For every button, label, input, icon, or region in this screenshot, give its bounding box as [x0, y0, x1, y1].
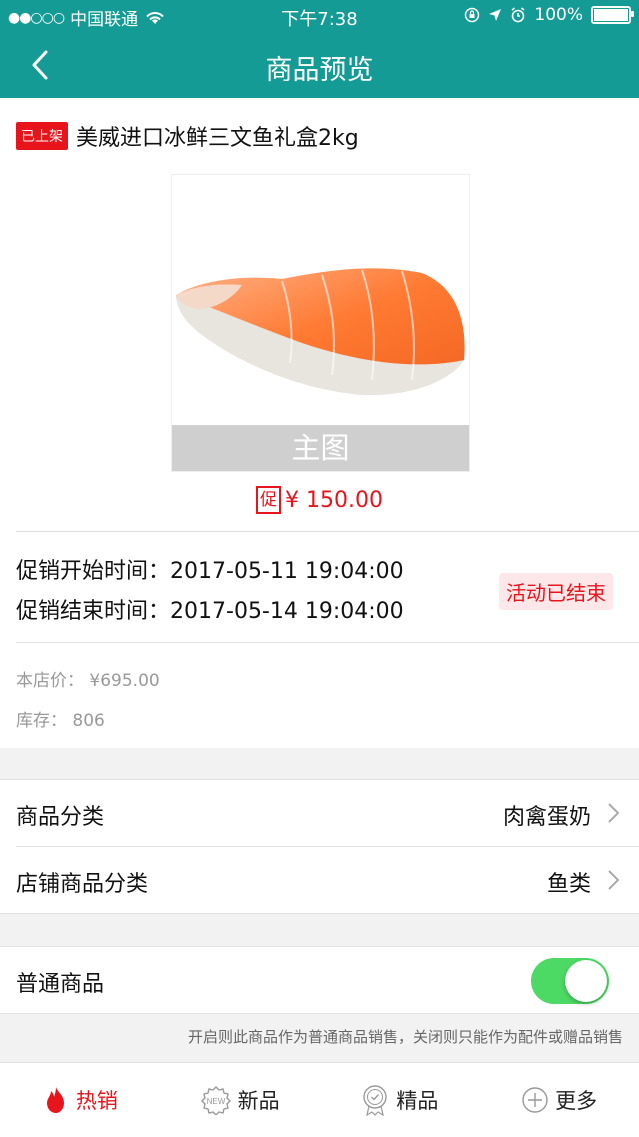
promo-badge: 促	[256, 486, 282, 514]
promo-price: ¥ 150.00	[285, 487, 383, 513]
product-info-card: 已上架 美威进口冰鲜三文鱼礼盒2kg 主图 促 ¥ 150.00 促销开始时间：…	[0, 98, 639, 748]
store-category-label: 店铺商品分类	[16, 872, 149, 897]
bottom-tab-bar: 热销 NEW 新品 精品 更多	[0, 1062, 639, 1137]
normal-goods-cell: 普通商品	[0, 947, 639, 1013]
stock-value: 806	[72, 711, 105, 731]
tab-new-label: 新品	[237, 1089, 280, 1113]
plus-circle-icon	[522, 1087, 548, 1113]
tab-more[interactable]: 更多	[479, 1063, 639, 1137]
page-title: 商品预览	[265, 55, 374, 86]
rotation-lock-icon	[465, 7, 480, 23]
battery-fill	[594, 9, 628, 21]
promo-status-badge: 活动已结束	[499, 573, 613, 610]
normal-goods-toggle[interactable]	[531, 958, 609, 1004]
location-arrow-icon	[489, 9, 502, 21]
tab-quality-label: 精品	[396, 1089, 439, 1113]
new-badge-icon: NEW	[200, 1086, 231, 1115]
chevron-right-icon	[608, 870, 620, 890]
promo-start-row: 促销开始时间：2017-05-11 19:04:00	[16, 553, 404, 585]
product-category-cell[interactable]: 商品分类 肉禽蛋奶	[0, 780, 639, 846]
divider	[16, 531, 639, 532]
battery-icon	[591, 6, 634, 24]
listing-status-badge: 已上架	[16, 122, 68, 150]
tab-more-label: 更多	[555, 1089, 598, 1113]
status-bar: ●●○○○ 中国联通 下午7:38 100%	[0, 0, 639, 32]
normal-goods-label: 普通商品	[16, 972, 105, 997]
promo-price-row: 促 ¥ 150.00	[0, 486, 639, 514]
promo-end-time: 2017-05-14 19:04:00	[170, 599, 404, 624]
quality-badge-icon	[363, 1085, 388, 1116]
promo-end-row: 促销结束时间：2017-05-14 19:04:00	[16, 593, 404, 625]
normal-goods-group: 普通商品	[0, 946, 639, 1014]
chevron-right-icon	[608, 803, 620, 823]
salmon-fillet-image	[176, 268, 465, 396]
promo-start-time: 2017-05-11 19:04:00	[170, 559, 404, 584]
store-category-cell[interactable]: 店铺商品分类 鱼类	[16, 846, 639, 913]
svg-text:NEW: NEW	[206, 1097, 225, 1106]
flame-icon	[46, 1087, 64, 1113]
tab-quality[interactable]: 精品	[320, 1063, 480, 1137]
stock-row: 库存： 806	[16, 706, 105, 731]
store-price: ¥695.00	[89, 671, 160, 691]
tab-new[interactable]: NEW 新品	[160, 1063, 320, 1137]
tab-hot-label: 热销	[75, 1089, 118, 1113]
product-main-image[interactable]: 主图	[171, 174, 470, 472]
promo-start-label: 促销开始时间：	[16, 559, 171, 584]
store-price-label: 本店价：	[16, 671, 84, 691]
stock-label: 库存：	[16, 711, 67, 731]
normal-goods-hint: 开启则此商品作为普通商品销售，关闭则只能作为配件或赠品销售	[187, 1028, 623, 1046]
category-settings-group: 商品分类 肉禽蛋奶 店铺商品分类 鱼类	[0, 779, 639, 914]
main-image-label: 主图	[172, 425, 469, 471]
store-category-value: 鱼类	[546, 872, 591, 897]
tab-hot[interactable]: 热销	[0, 1063, 160, 1137]
promo-end-label: 促销结束时间：	[16, 599, 171, 624]
navigation-bar: 商品预览	[0, 32, 639, 98]
battery-percent: 100%	[534, 5, 583, 25]
store-price-row: 本店价： ¥695.00	[16, 666, 160, 691]
product-category-label: 商品分类	[16, 805, 105, 830]
divider	[16, 642, 639, 643]
product-name: 美威进口冰鲜三文鱼礼盒2kg	[76, 126, 359, 151]
alarm-clock-icon	[511, 7, 525, 23]
toggle-knob	[565, 960, 607, 1002]
product-category-value: 肉禽蛋奶	[502, 805, 591, 830]
product-title-row: 已上架 美威进口冰鲜三文鱼礼盒2kg	[16, 120, 359, 152]
